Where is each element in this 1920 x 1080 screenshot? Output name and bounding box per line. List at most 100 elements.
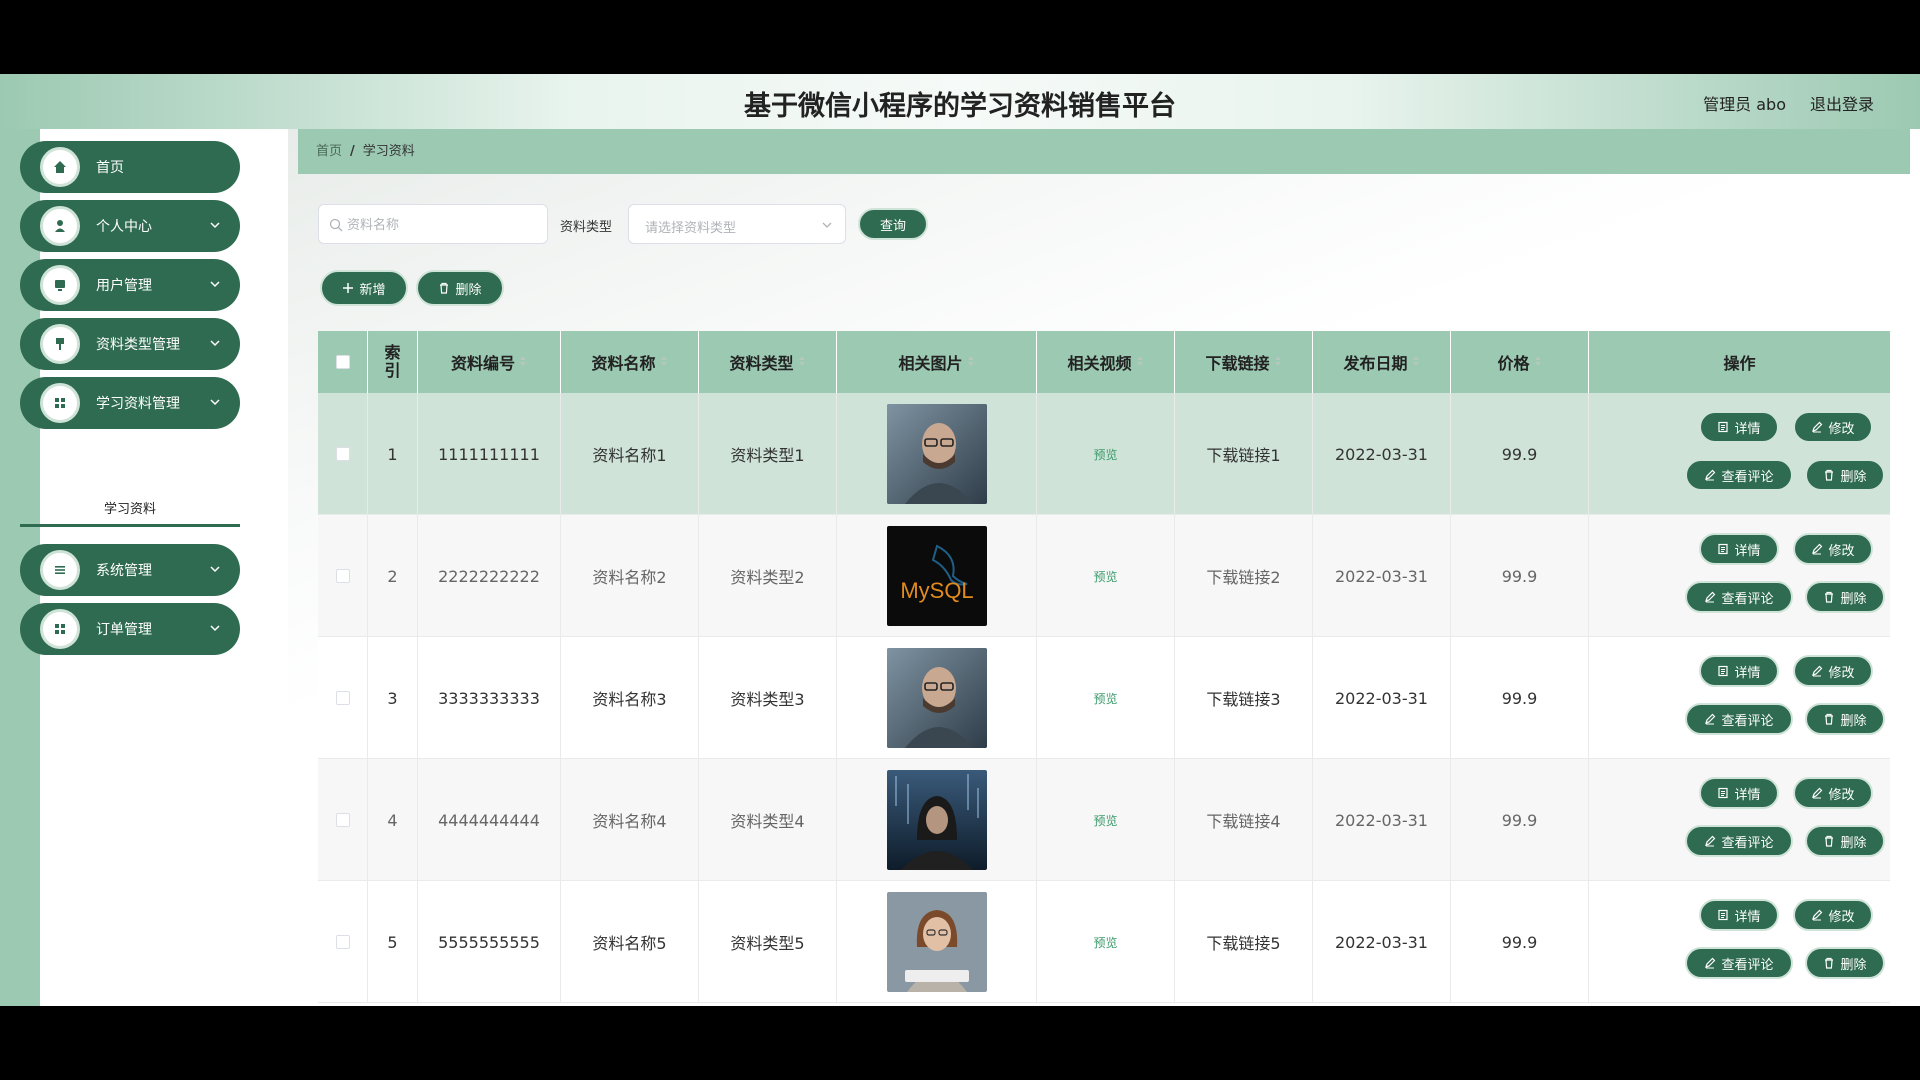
chevron-down-icon [210,281,220,288]
row-checkbox[interactable] [335,447,350,461]
sidebar-item-material-type-management[interactable]: 资料类型管理 [20,318,240,370]
edit-button[interactable]: 修改 [1793,533,1873,565]
cell-name: 资料名称4 [561,759,699,881]
sidebar-item-study-material-management[interactable]: 学习资料管理 [20,377,240,429]
table-row[interactable]: 2 2222222222 资料名称2 资料类型2 MySQL 预览 下载链接2 2022-03… [318,515,1890,637]
material-type-placeholder: 请选择资料类型 [645,221,737,236]
row-checkbox[interactable] [335,569,350,583]
video-preview-link[interactable]: 预览 [1093,934,1117,951]
edit-button[interactable]: 修改 [1793,899,1873,931]
detail-button[interactable]: 详情 [1699,411,1779,443]
search-name-field[interactable] [318,204,548,244]
row-checkbox[interactable] [335,691,350,705]
row-checkbox[interactable] [335,813,350,827]
document-icon [1718,787,1729,799]
video-preview-link[interactable]: 预览 [1093,446,1117,463]
view-comments-button[interactable]: 查看评论 [1685,947,1793,979]
view-comments-button-label: 查看评论 [1721,591,1774,607]
query-button[interactable]: 查询 [858,208,928,240]
video-preview-link[interactable]: 预览 [1093,812,1117,829]
row-select-cell [318,881,368,1003]
header-price[interactable]: 价格 [1451,331,1589,393]
document-icon [1718,909,1729,921]
material-thumbnail[interactable]: MySQL [886,526,987,626]
view-comments-button[interactable]: 查看评论 [1685,581,1793,613]
sort-icon [967,356,975,368]
sidebar-item-label: 系统管理 [96,563,152,579]
cell-date: 2022-03-31 [1313,393,1451,515]
material-thumbnail[interactable] [886,648,987,748]
logout-link[interactable]: 退出登录 [1810,91,1874,115]
material-type-label: 资料类型 [560,220,613,235]
sidebar-item-user-management[interactable]: 用户管理 [20,259,240,311]
material-thumbnail[interactable] [886,770,987,870]
cell-operations: 详情 修改 查看评论 删除 [1589,393,1890,515]
detail-button[interactable]: 详情 [1699,655,1779,687]
search-name-input[interactable] [347,205,542,243]
cell-operations: 详情 修改查看评论 删除 [1589,515,1890,637]
delete-button[interactable]: 删除 [1805,459,1885,491]
header-video[interactable]: 相关视频 [1037,331,1175,393]
header-date[interactable]: 发布日期 [1313,331,1451,393]
sort-icon [1274,356,1282,368]
cell-date: 2022-03-31 [1313,515,1451,637]
batch-delete-button-label: 删除 [455,282,482,298]
view-comments-button-label: 查看评论 [1721,835,1774,851]
delete-button[interactable]: 删除 [1805,825,1885,857]
table-row[interactable]: 1 1111111111 资料名称1 资料类型1 预览 下载链接1 2022-03-31 99… [318,393,1890,515]
view-comments-button[interactable]: 查看评论 [1685,703,1793,735]
pin-icon [40,324,80,364]
edit-button[interactable]: 修改 [1793,411,1873,443]
header-date-label: 发布日期 [1343,354,1408,373]
material-type-select[interactable]: 请选择资料类型 [628,204,846,244]
table-row[interactable]: 4 4444444444 资料名称4 资料类型4 预览 下载链接4 2022-03-31 99… [318,759,1890,881]
trash-icon [440,282,449,294]
chevron-down-icon [210,625,220,632]
header-link[interactable]: 下载链接 [1175,331,1313,393]
detail-button[interactable]: 详情 [1699,777,1779,809]
cell-date: 2022-03-31 [1313,637,1451,759]
delete-button[interactable]: 删除 [1805,703,1885,735]
material-thumbnail[interactable] [886,892,987,992]
sidebar-item-label: 个人中心 [96,219,152,235]
cell-code: 1111111111 [418,393,561,515]
delete-button[interactable]: 删除 [1805,947,1885,979]
video-preview-link[interactable]: 预览 [1093,568,1117,585]
table-row[interactable]: 3 3333333333 资料名称3 资料类型3 预览 下载链接3 2022-03-31 99… [318,637,1890,759]
header-operations-label: 操作 [1723,354,1756,373]
breadcrumb-home[interactable]: 首页 [316,144,342,159]
sidebar-item-system-management[interactable]: 系统管理 [20,544,240,596]
header-name[interactable]: 资料名称 [561,331,699,393]
sort-icon [1534,356,1542,368]
submenu-item-study-material[interactable]: 学习资料 [20,493,240,527]
select-all-cell [318,331,368,393]
cell-index: 5 [368,881,418,1003]
sidebar-item-label: 学习资料管理 [96,396,180,412]
sidebar-item-order-management[interactable]: 订单管理 [20,603,240,655]
home-icon [40,147,80,187]
view-comments-button[interactable]: 查看评论 [1685,825,1793,857]
add-button[interactable]: 新增 [320,270,408,306]
document-icon [1718,543,1729,555]
sort-icon [660,356,668,368]
video-preview-link[interactable]: 预览 [1093,690,1117,707]
batch-delete-button[interactable]: 删除 [416,270,504,306]
header-type[interactable]: 资料类型 [699,331,837,393]
detail-button[interactable]: 详情 [1699,899,1779,931]
row-checkbox[interactable] [335,935,350,949]
sidebar-item-home[interactable]: 首页 [20,141,240,193]
edit-button[interactable]: 修改 [1793,655,1873,687]
cell-video: 预览 [1037,759,1175,881]
material-thumbnail[interactable] [886,404,987,504]
delete-button[interactable]: 删除 [1805,581,1885,613]
edit-button[interactable]: 修改 [1793,777,1873,809]
detail-button[interactable]: 详情 [1699,533,1779,565]
table-row[interactable]: 5 5555555555 资料名称5 资料类型5 预览 下载链接5 2022-03-31 99… [318,881,1890,1003]
sidebar-item-personal-center[interactable]: 个人中心 [20,200,240,252]
view-comments-button[interactable]: 查看评论 [1685,459,1793,491]
header-image[interactable]: 相关图片 [837,331,1037,393]
select-all-checkbox[interactable] [335,355,350,369]
edit-icon [1705,835,1716,847]
header-code[interactable]: 资料编号 [418,331,561,393]
sort-icon [1136,356,1144,368]
